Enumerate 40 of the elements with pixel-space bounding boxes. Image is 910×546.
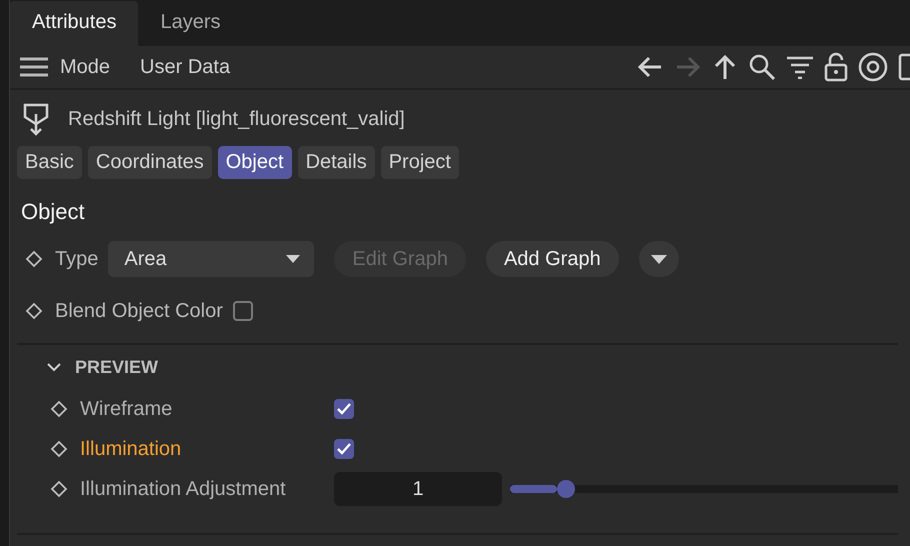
panel-tab[interactable]: Attributes xyxy=(10,1,138,46)
panel-icon[interactable] xyxy=(898,53,910,81)
checkbox[interactable] xyxy=(334,399,354,419)
checkbox[interactable] xyxy=(232,301,253,321)
number-field[interactable]: 1 xyxy=(334,472,502,506)
up-arrow-icon[interactable] xyxy=(712,53,738,81)
object-title: Redshift Light [light_fluorescent_valid] xyxy=(68,108,405,130)
tab[interactable]: Details xyxy=(298,146,375,179)
keyframe-diamond-icon[interactable] xyxy=(50,480,68,498)
menu-icon[interactable] xyxy=(20,57,48,77)
caret-icon xyxy=(650,254,667,264)
menu-item[interactable]: Mode xyxy=(60,56,110,78)
chevron-icon[interactable] xyxy=(47,362,61,372)
field-label: Illumination xyxy=(80,438,182,460)
field-label: Illumination Adjustment xyxy=(80,478,287,500)
checkbox[interactable] xyxy=(334,439,354,459)
target-icon[interactable] xyxy=(858,52,888,82)
tab[interactable]: Object xyxy=(218,146,292,179)
tab[interactable]: Project xyxy=(380,146,459,179)
graph-button[interactable]: Add Graph xyxy=(486,241,619,277)
tab[interactable]: Coordinates xyxy=(88,146,212,179)
dropdown-button[interactable] xyxy=(638,241,679,277)
lock-icon[interactable] xyxy=(824,52,848,82)
tab[interactable]: Basic xyxy=(17,146,82,179)
field-label: Wireframe xyxy=(80,398,174,420)
menu-item[interactable]: User Data xyxy=(140,56,230,78)
group-title[interactable]: PREVIEW xyxy=(75,356,158,378)
keyframe-diamond-icon[interactable] xyxy=(50,400,68,418)
filter-icon[interactable] xyxy=(786,55,814,79)
search-icon[interactable] xyxy=(748,53,776,81)
field-label: Blend Object Color xyxy=(55,300,223,322)
type-dropdown[interactable]: Area xyxy=(108,241,314,277)
section-title: Object xyxy=(20,198,86,226)
field-label: Type xyxy=(55,248,98,270)
keyframe-diamond-icon[interactable] xyxy=(50,440,68,458)
light-icon xyxy=(22,102,50,136)
panel-tab[interactable]: Layers xyxy=(138,1,243,46)
caret-icon xyxy=(286,255,300,263)
keyframe-diamond-icon[interactable] xyxy=(25,250,43,268)
keyframe-diamond-icon[interactable] xyxy=(25,302,43,320)
